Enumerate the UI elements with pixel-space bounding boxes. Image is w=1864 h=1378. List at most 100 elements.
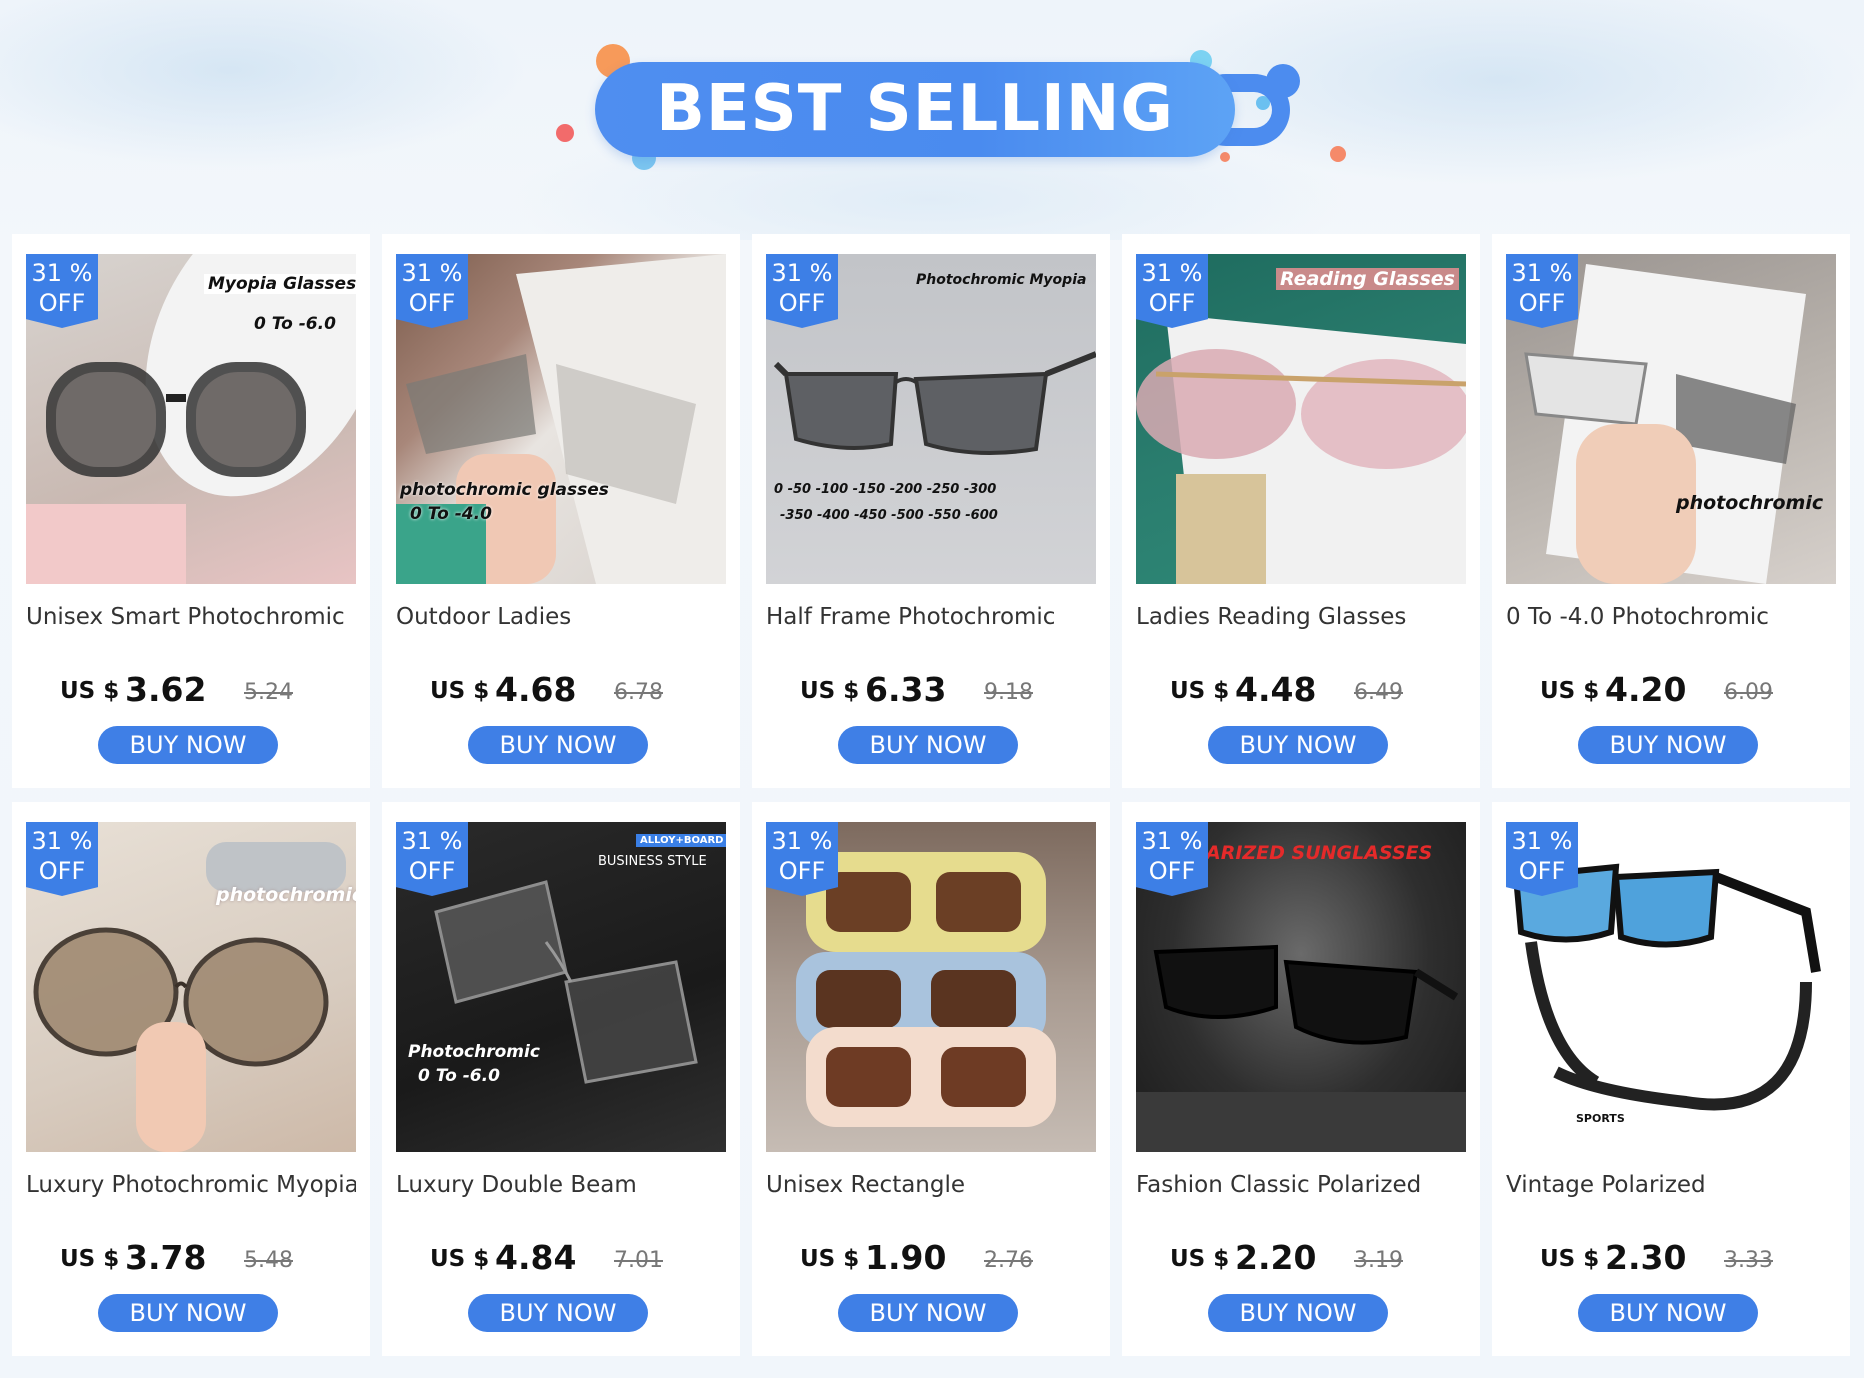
original-price: 7.01 — [614, 1248, 663, 1273]
original-price: 6.09 — [1724, 680, 1773, 705]
currency: US $ — [430, 678, 490, 704]
product-image[interactable]: photochromic 31 % OFF — [1506, 254, 1836, 584]
image-label: 0 To -6.0 — [254, 314, 336, 334]
product-image[interactable]: 31 % OFF — [766, 822, 1096, 1152]
currency: US $ — [1540, 678, 1600, 704]
discount-badge: 31 % OFF — [26, 822, 98, 896]
product-card[interactable]: ALLOY+BOARD BUSINESS STYLE Photochromic … — [382, 802, 740, 1356]
price-row: US $ 4.84 7.01 — [382, 1238, 740, 1278]
original-price: 9.18 — [984, 680, 1033, 705]
product-card[interactable]: Photochromic Myopia 0 -50 -100 -150 -200… — [752, 234, 1110, 788]
banner-title: BEST SELLING — [656, 72, 1174, 146]
price-row: US $ 4.20 6.09 — [1492, 670, 1850, 710]
product-card[interactable]: photochromic glasses 0 To -4.0 31 % OFF … — [382, 234, 740, 788]
product-card[interactable]: ARIZED SUNGLASSES 31 % OFF Fashion Class… — [1122, 802, 1480, 1356]
buy-now-button[interactable]: BUY NOW — [838, 1294, 1018, 1332]
decor-dot — [556, 124, 574, 142]
discount-badge: 31 % OFF — [1136, 822, 1208, 896]
product-card[interactable]: photochromic 31 % OFF 0 To -4.0 Photochr… — [1492, 234, 1850, 788]
product-image[interactable]: photochromic glasses 0 To -4.0 31 % OFF — [396, 254, 726, 584]
image-label: Myopia Glasses — [204, 274, 356, 294]
buy-now-button[interactable]: BUY NOW — [468, 726, 648, 764]
buy-now-button[interactable]: BUY NOW — [1578, 1294, 1758, 1332]
sale-price: 6.33 — [865, 670, 947, 709]
original-price: 5.48 — [244, 1248, 293, 1273]
image-label: photochromic — [216, 884, 356, 906]
discount-badge: 31 % OFF — [396, 254, 468, 328]
buy-now-button[interactable]: BUY NOW — [838, 726, 1018, 764]
buy-now-button[interactable]: BUY NOW — [98, 726, 278, 764]
product-image[interactable]: Myopia Glasses 0 To -6.0 31 % OFF — [26, 254, 356, 584]
image-label: ARIZED SUNGLASSES — [1206, 842, 1433, 864]
buy-now-button[interactable]: BUY NOW — [1578, 726, 1758, 764]
currency: US $ — [1170, 1246, 1230, 1272]
discount-badge: 31 % OFF — [1506, 254, 1578, 328]
currency: US $ — [1170, 678, 1230, 704]
discount-off: OFF — [38, 857, 86, 885]
discount-percent: 31 % — [1511, 259, 1573, 287]
price-row: US $ 4.48 6.49 — [1122, 670, 1480, 710]
discount-off: OFF — [1148, 289, 1196, 317]
product-image[interactable]: SPORTS 31 % OFF — [1506, 822, 1836, 1152]
product-title[interactable]: Vintage Polarized — [1506, 1172, 1836, 1202]
product-card[interactable]: photochromic 31 % OFF Luxury Photochromi… — [12, 802, 370, 1356]
discount-badge: 31 % OFF — [766, 822, 838, 896]
original-price: 6.49 — [1354, 680, 1403, 705]
discount-percent: 31 % — [401, 259, 463, 287]
image-label: BUSINESS STYLE — [598, 854, 707, 869]
sale-price: 4.68 — [495, 670, 577, 709]
image-label: SPORTS — [1576, 1112, 1625, 1125]
price-row: US $ 3.78 5.48 — [12, 1238, 370, 1278]
product-title[interactable]: Ladies Reading Glasses — [1136, 604, 1466, 634]
discount-off: OFF — [38, 289, 86, 317]
currency: US $ — [800, 1246, 860, 1272]
sale-price: 4.84 — [495, 1238, 577, 1277]
product-image[interactable]: photochromic 31 % OFF — [26, 822, 356, 1152]
buy-now-button[interactable]: BUY NOW — [468, 1294, 648, 1332]
original-price: 6.78 — [614, 680, 663, 705]
price-row: US $ 2.30 3.33 — [1492, 1238, 1850, 1278]
product-image[interactable]: Photochromic Myopia 0 -50 -100 -150 -200… — [766, 254, 1096, 584]
product-title[interactable]: Luxury Double Beam — [396, 1172, 726, 1202]
discount-badge: 31 % OFF — [1506, 822, 1578, 896]
image-label: ALLOY+BOARD — [636, 834, 726, 847]
buy-now-button[interactable]: BUY NOW — [1208, 1294, 1388, 1332]
product-title[interactable]: Unisex Rectangle — [766, 1172, 1096, 1202]
price-row: US $ 1.90 2.76 — [752, 1238, 1110, 1278]
price-row: US $ 2.20 3.19 — [1122, 1238, 1480, 1278]
original-price: 3.19 — [1354, 1248, 1403, 1273]
sale-price: 2.20 — [1235, 1238, 1317, 1277]
product-image[interactable]: ARIZED SUNGLASSES 31 % OFF — [1136, 822, 1466, 1152]
product-card[interactable]: 31 % OFF Unisex Rectangle US $ 1.90 2.76… — [752, 802, 1110, 1356]
discount-percent: 31 % — [401, 827, 463, 855]
original-price: 5.24 — [244, 680, 293, 705]
discount-percent: 31 % — [1141, 259, 1203, 287]
discount-off: OFF — [1148, 857, 1196, 885]
currency: US $ — [800, 678, 860, 704]
product-title[interactable]: Luxury Photochromic Myopia — [26, 1172, 356, 1202]
image-label: Photochromic — [408, 1042, 540, 1062]
image-label: photochromic — [1676, 492, 1824, 514]
image-label: 0 To -6.0 — [418, 1066, 500, 1086]
product-title[interactable]: Unisex Smart Photochromic — [26, 604, 356, 634]
discount-percent: 31 % — [31, 827, 93, 855]
discount-off: OFF — [1518, 857, 1566, 885]
product-image[interactable]: ALLOY+BOARD BUSINESS STYLE Photochromic … — [396, 822, 726, 1152]
sale-price: 1.90 — [865, 1238, 947, 1277]
original-price: 2.76 — [984, 1248, 1033, 1273]
discount-percent: 31 % — [771, 259, 833, 287]
image-label: 0 -50 -100 -150 -200 -250 -300 — [774, 482, 997, 497]
product-title[interactable]: Half Frame Photochromic — [766, 604, 1096, 634]
discount-percent: 31 % — [31, 259, 93, 287]
product-title[interactable]: Outdoor Ladies — [396, 604, 726, 634]
product-title[interactable]: Fashion Classic Polarized — [1136, 1172, 1466, 1202]
currency: US $ — [430, 1246, 490, 1272]
buy-now-button[interactable]: BUY NOW — [1208, 726, 1388, 764]
product-card[interactable]: Reading Glasses 31 % OFF Ladies Reading … — [1122, 234, 1480, 788]
product-card[interactable]: SPORTS 31 % OFF Vintage Polarized US $ 2… — [1492, 802, 1850, 1356]
discount-percent: 31 % — [771, 827, 833, 855]
buy-now-button[interactable]: BUY NOW — [98, 1294, 278, 1332]
product-title[interactable]: 0 To -4.0 Photochromic — [1506, 604, 1836, 634]
product-image[interactable]: Reading Glasses 31 % OFF — [1136, 254, 1466, 584]
product-card[interactable]: Myopia Glasses 0 To -6.0 31 % OFF Unisex… — [12, 234, 370, 788]
